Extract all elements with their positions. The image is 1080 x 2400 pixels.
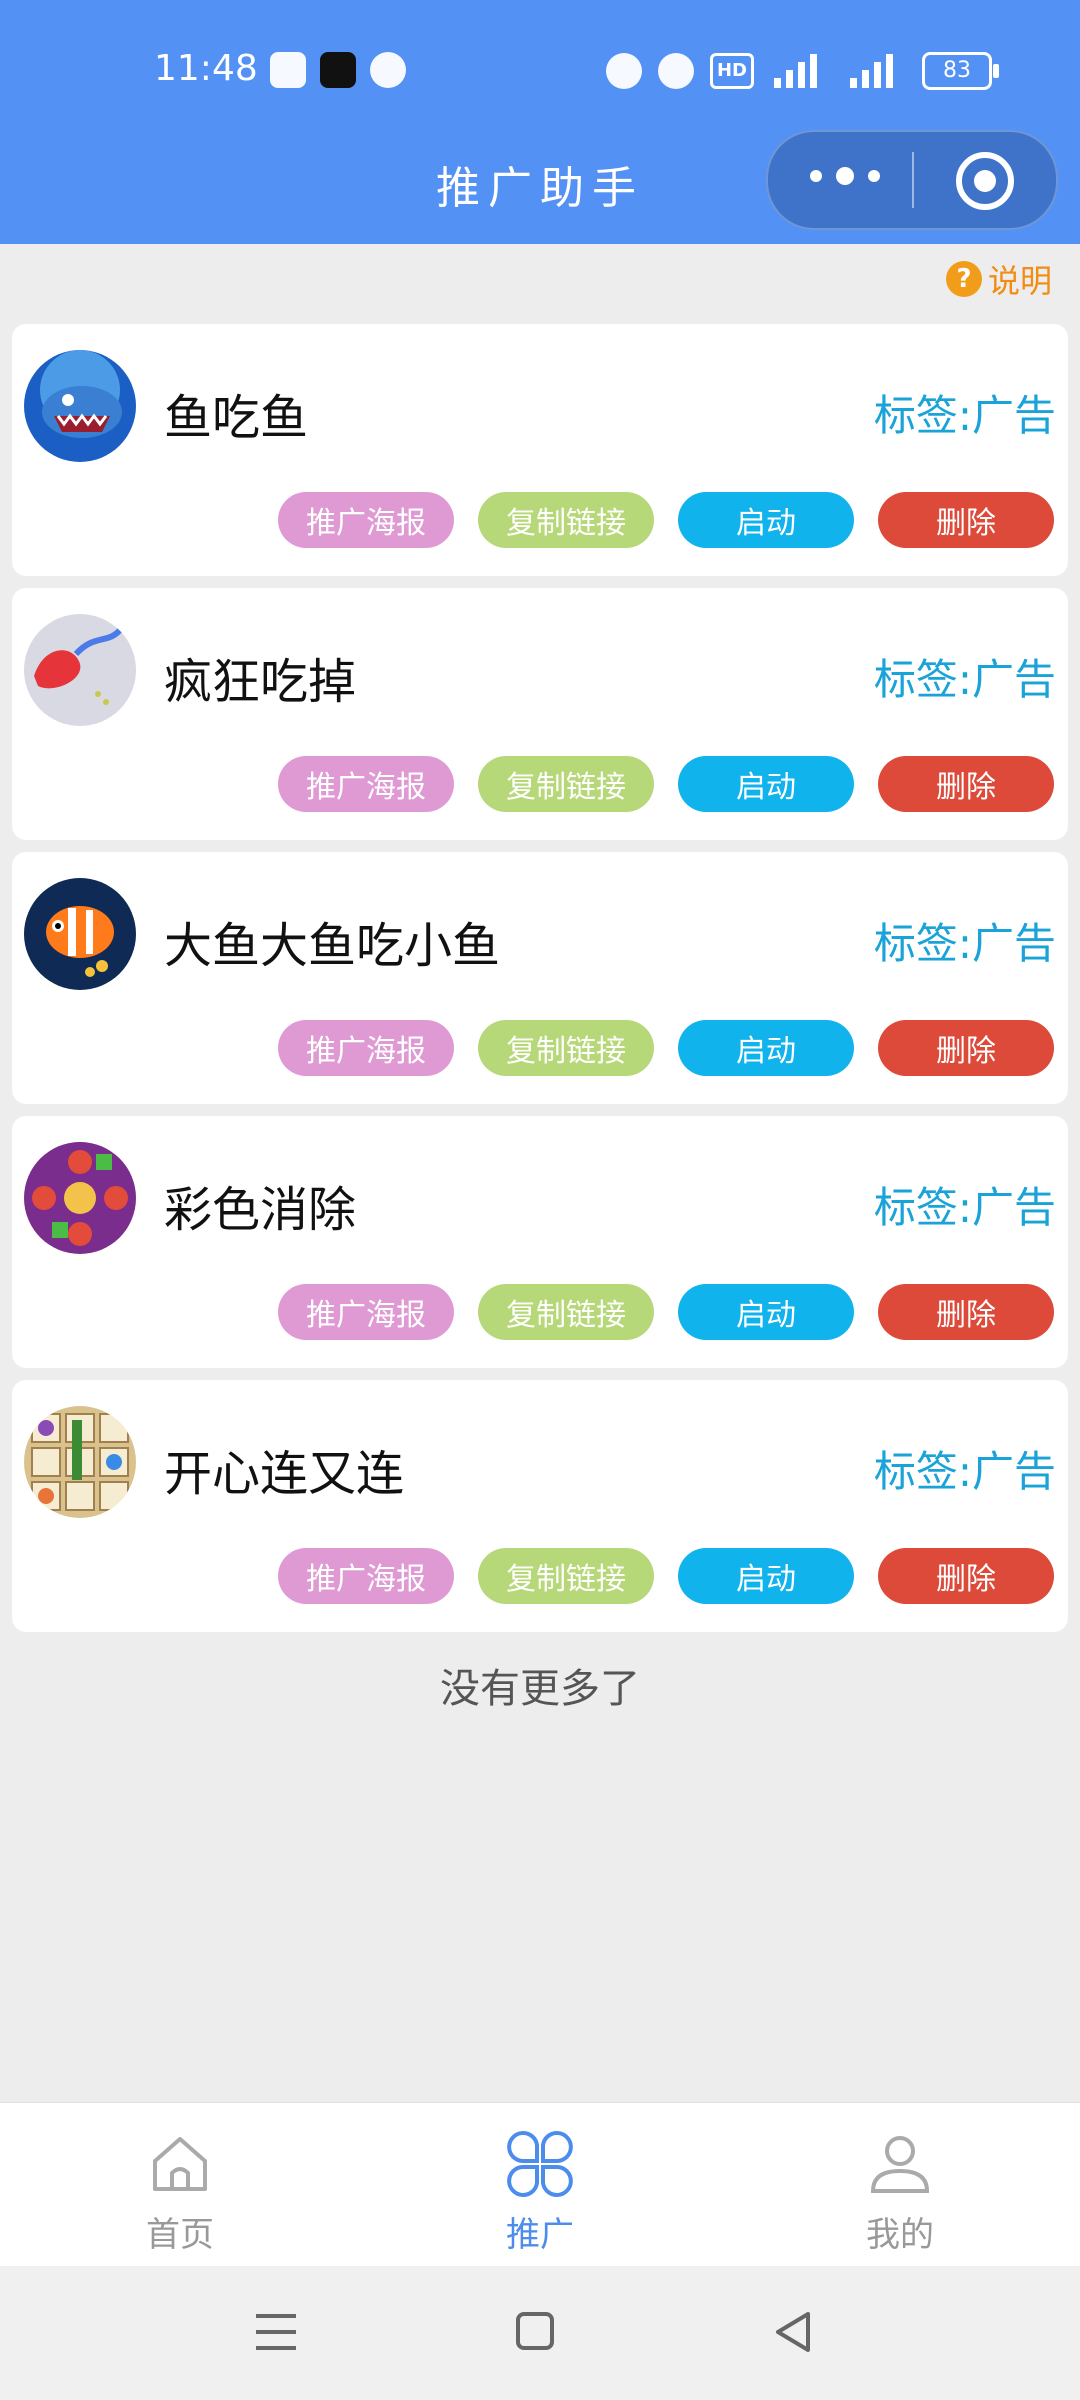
poster-button[interactable]: 推广海报 <box>278 1548 454 1604</box>
help-link[interactable]: ? 说明 <box>945 256 1052 302</box>
game-card: 彩色消除 标签:广告 推广海报 复制链接 启动 删除 <box>12 1116 1068 1368</box>
card-actions: 推广海报 复制链接 启动 删除 <box>278 1020 1054 1076</box>
user-icon <box>870 2136 930 2193</box>
bottom-tab-bar: 首页 推广 我的 <box>0 2102 1080 2267</box>
tab-mine[interactable]: 我的 <box>810 2129 990 2256</box>
wechat-notification-icon <box>370 52 406 88</box>
card-actions: 推广海报 复制链接 启动 删除 <box>278 756 1054 812</box>
game-card: 大鱼大鱼吃小鱼 标签:广告 推广海报 复制链接 启动 删除 <box>12 852 1068 1104</box>
system-status-icons: HD 83 <box>606 52 999 90</box>
grid-icon <box>507 2131 573 2197</box>
copy-link-button[interactable]: 复制链接 <box>478 1284 654 1340</box>
robot-notification-icon <box>270 52 306 88</box>
signal-4g-icon <box>846 54 906 88</box>
back-triangle-icon[interactable] <box>772 2310 816 2358</box>
game-name: 疯狂吃掉 <box>164 654 357 710</box>
tab-mine-label: 我的 <box>866 2215 934 2255</box>
tiktok-notification-icon <box>320 52 356 88</box>
delete-button[interactable]: 删除 <box>878 492 1054 548</box>
close-miniprogram-icon[interactable] <box>956 152 1014 210</box>
game-tag: 标签:广告 <box>873 1183 1056 1232</box>
tab-home-label: 首页 <box>146 2215 214 2255</box>
poster-button[interactable]: 推广海报 <box>278 492 454 548</box>
game-avatar <box>24 1406 136 1518</box>
game-tag: 标签:广告 <box>873 655 1056 704</box>
help-label: 说明 <box>987 262 1052 300</box>
launch-button[interactable]: 启动 <box>678 1548 854 1604</box>
poster-button[interactable]: 推广海报 <box>278 1020 454 1076</box>
game-list: 鱼吃鱼 标签:广告 推广海报 复制链接 启动 删除 疯狂吃掉 标签:广告 推广海… <box>12 324 1068 1644</box>
tab-promote[interactable]: 推广 <box>450 2129 630 2256</box>
game-name: 鱼吃鱼 <box>164 390 309 446</box>
tab-home[interactable]: 首页 <box>90 2129 270 2256</box>
game-name: 彩色消除 <box>164 1182 357 1238</box>
notification-icons <box>270 52 406 88</box>
list-end-text: 没有更多了 <box>440 1666 640 1712</box>
game-name: 开心连又连 <box>164 1446 405 1502</box>
game-tag: 标签:广告 <box>873 391 1056 440</box>
signal-5g-icon <box>770 54 830 88</box>
delete-button[interactable]: 删除 <box>878 1020 1054 1076</box>
home-icon <box>153 2137 207 2191</box>
alarm-icon <box>606 53 642 89</box>
battery-icon: 83 <box>922 52 999 90</box>
home-square-icon[interactable] <box>514 2310 558 2358</box>
hd-icon: HD <box>710 53 754 89</box>
battery-level: 83 <box>943 58 971 83</box>
card-actions: 推广海报 复制链接 启动 删除 <box>278 1284 1054 1340</box>
launch-button[interactable]: 启动 <box>678 1284 854 1340</box>
game-avatar <box>24 878 136 990</box>
game-name: 大鱼大鱼吃小鱼 <box>164 918 501 974</box>
miniprogram-capsule <box>766 130 1058 230</box>
menu-icon[interactable] <box>254 2310 300 2358</box>
game-avatar <box>24 614 136 726</box>
delete-button[interactable]: 删除 <box>878 756 1054 812</box>
launch-button[interactable]: 启动 <box>678 1020 854 1076</box>
system-navigation-bar <box>0 2266 1080 2400</box>
poster-button[interactable]: 推广海报 <box>278 1284 454 1340</box>
tab-promote-label: 推广 <box>506 2215 574 2255</box>
copy-link-button[interactable]: 复制链接 <box>478 1020 654 1076</box>
more-icon[interactable] <box>810 167 890 190</box>
launch-button[interactable]: 启动 <box>678 756 854 812</box>
delete-button[interactable]: 删除 <box>878 1548 1054 1604</box>
game-tag: 标签:广告 <box>873 1447 1056 1496</box>
game-avatar <box>24 350 136 462</box>
capsule-divider <box>912 152 914 208</box>
status-time: 11:48 <box>154 48 258 89</box>
game-card: 开心连又连 标签:广告 推广海报 复制链接 启动 删除 <box>12 1380 1068 1632</box>
game-tag: 标签:广告 <box>873 919 1056 968</box>
title-bar: 11:48 HD 83 推广助手 <box>0 0 1080 244</box>
poster-button[interactable]: 推广海报 <box>278 756 454 812</box>
card-actions: 推广海报 复制链接 启动 删除 <box>278 492 1054 548</box>
card-actions: 推广海报 复制链接 启动 删除 <box>278 1548 1054 1604</box>
copy-link-button[interactable]: 复制链接 <box>478 756 654 812</box>
game-card: 疯狂吃掉 标签:广告 推广海报 复制链接 启动 删除 <box>12 588 1068 840</box>
mute-icon <box>658 53 694 89</box>
launch-button[interactable]: 启动 <box>678 492 854 548</box>
question-icon: ? <box>945 261 982 297</box>
game-card: 鱼吃鱼 标签:广告 推广海报 复制链接 启动 删除 <box>12 324 1068 576</box>
delete-button[interactable]: 删除 <box>878 1284 1054 1340</box>
game-avatar <box>24 1142 136 1254</box>
copy-link-button[interactable]: 复制链接 <box>478 492 654 548</box>
copy-link-button[interactable]: 复制链接 <box>478 1548 654 1604</box>
